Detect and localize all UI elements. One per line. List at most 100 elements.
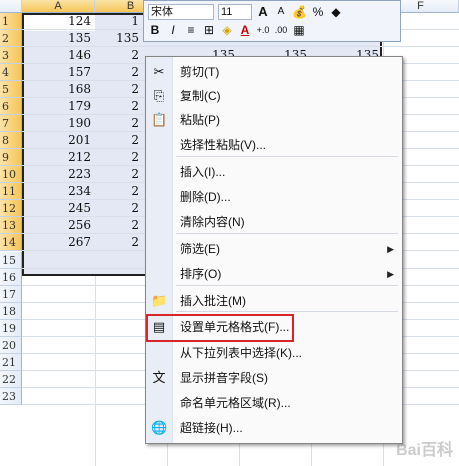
align-center-icon[interactable]: ≡ [184,22,198,38]
cell-b8[interactable]: 2 [95,132,143,149]
comment-icon: 📁 [151,293,168,308]
shrink-font-button[interactable]: A [274,4,288,20]
menu-item-label: 排序(O) [180,267,222,281]
row-header-1[interactable]: 1 [0,13,22,30]
cell-a5[interactable]: 168 [22,81,95,98]
row-header-11[interactable]: 11 [0,183,22,200]
menu-item-hyperlink[interactable]: 🌐 超链接(H)... [146,417,402,439]
font-color-button[interactable]: A [238,22,252,38]
row-header-9[interactable]: 9 [0,149,22,166]
row-header-7[interactable]: 7 [0,115,22,132]
menu-item-insert[interactable]: 插入(I)... [146,161,402,183]
row-header-17[interactable]: 17 [0,286,22,303]
cell-b13[interactable]: 2 [95,217,143,234]
row-header-8[interactable]: 8 [0,132,22,149]
column-header-a[interactable]: A [22,0,95,13]
format-painter-icon[interactable]: ◆ [329,4,343,20]
menu-item-label: 复制(C) [180,89,221,103]
row-header-12[interactable]: 12 [0,200,22,217]
row-header-6[interactable]: 6 [0,98,22,115]
menu-item-label: 插入批注(M) [180,294,246,308]
merge-cells-icon[interactable]: ▦ [292,22,306,38]
fill-color-icon[interactable]: ◈ [220,22,234,38]
menu-item-filter[interactable]: 筛选(E) ▶ [146,238,402,260]
menu-item-label: 删除(D)... [180,190,231,204]
menu-item-paste-special[interactable]: 选择性粘贴(V)... [146,134,402,156]
cell-b2[interactable]: 135 [95,30,143,47]
select-all-corner[interactable] [0,0,22,13]
cell-b6[interactable]: 2 [95,98,143,115]
cell-a7[interactable]: 190 [22,115,95,132]
borders-icon[interactable]: ⊞ [202,22,216,38]
cell-b3[interactable]: 2 [95,47,143,64]
cell-b14[interactable]: 2 [95,234,143,251]
cell-b7[interactable]: 2 [95,115,143,132]
menu-item-label: 选择性粘贴(V)... [180,138,266,152]
currency-icon[interactable]: 💰 [292,4,307,20]
percent-button[interactable]: % [311,4,325,20]
cell-b12[interactable]: 2 [95,200,143,217]
row-header-3[interactable]: 3 [0,47,22,64]
row-header-19[interactable]: 19 [0,320,22,337]
menu-item-label: 显示拼音字段(S) [180,371,268,385]
menu-item-label: 清除内容(N) [180,215,245,229]
italic-button[interactable]: I [166,22,180,38]
grow-font-button[interactable]: A [256,4,270,20]
row-header-15[interactable]: 15 [0,252,22,269]
cell-b9[interactable]: 2 [95,149,143,166]
row-header-2[interactable]: 2 [0,30,22,47]
row-header-10[interactable]: 10 [0,166,22,183]
menu-item-label: 粘贴(P) [180,113,220,127]
font-name-box[interactable]: 宋体 [148,4,214,20]
cell-b5[interactable]: 2 [95,81,143,98]
cell-a4[interactable]: 157 [22,64,95,81]
cell-a12[interactable]: 245 [22,200,95,217]
cell-b1[interactable]: 1 [95,13,143,30]
cell-a14[interactable]: 267 [22,234,95,251]
row-header-20[interactable]: 20 [0,337,22,354]
row-header-16[interactable]: 16 [0,269,22,286]
cell-a10[interactable]: 223 [22,166,95,183]
menu-item-copy[interactable]: ⎘ 复制(C) [146,85,402,107]
menu-separator [176,311,398,312]
font-size-box[interactable]: 11 [218,4,252,20]
menu-item-delete[interactable]: 删除(D)... [146,186,402,208]
increase-decimal-button[interactable]: .00 [274,22,288,38]
cell-a8[interactable]: 201 [22,132,95,149]
cell-a11[interactable]: 234 [22,183,95,200]
row-header-13[interactable]: 13 [0,217,22,234]
row-header-23[interactable]: 23 [0,388,22,405]
menu-item-clear-contents[interactable]: 清除内容(N) [146,211,402,233]
menu-item-insert-comment[interactable]: 📁 插入批注(M) [146,290,402,312]
row-header-14[interactable]: 14 [0,234,22,251]
cell-a1[interactable]: 124 [22,13,95,30]
menu-item-show-phonetic[interactable]: 文显示拼音字段(S) [146,367,402,389]
cell-a2[interactable]: 135 [22,30,95,47]
hyperlink-icon: 🌐 [151,420,168,435]
menu-item-sort[interactable]: 排序(O) ▶ [146,263,402,285]
menu-item-cut[interactable]: ✂ 剪切(T) [146,61,402,83]
watermark: Bai百科 [396,442,453,459]
cell-a13[interactable]: 256 [22,217,95,234]
menu-item-paste[interactable]: 📋 粘贴(P) [146,109,402,131]
context-menu: ✂ 剪切(T) ⎘ 复制(C) 📋 粘贴(P) 选择性粘贴(V)... 插入(I)... 删除(… [145,56,403,444]
decrease-decimal-button[interactable]: +.0 [256,22,270,38]
row-header-21[interactable]: 21 [0,354,22,371]
cell-b4[interactable]: 2 [95,64,143,81]
menu-item-label: 插入(I)... [180,165,226,179]
bold-button[interactable]: B [148,22,162,38]
menu-item-pick-from-list[interactable]: 从下拉列表中选择(K)... [146,342,402,364]
cell-a3[interactable]: 146 [22,47,95,64]
menu-separator [176,285,398,286]
mini-toolbar: 宋体 11 A A 💰 % ◆ B I ≡ ⊞ ◈ A +.0 .00 ▦ [143,0,401,42]
row-header-5[interactable]: 5 [0,81,22,98]
cell-a6[interactable]: 179 [22,98,95,115]
row-header-22[interactable]: 22 [0,371,22,388]
copy-icon: ⎘ [153,88,165,103]
cell-b11[interactable]: 2 [95,183,143,200]
row-header-18[interactable]: 18 [0,303,22,320]
cell-a9[interactable]: 212 [22,149,95,166]
menu-item-define-name[interactable]: 命名单元格区域(R)... [146,392,402,414]
row-header-4[interactable]: 4 [0,64,22,81]
cell-b10[interactable]: 2 [95,166,143,183]
